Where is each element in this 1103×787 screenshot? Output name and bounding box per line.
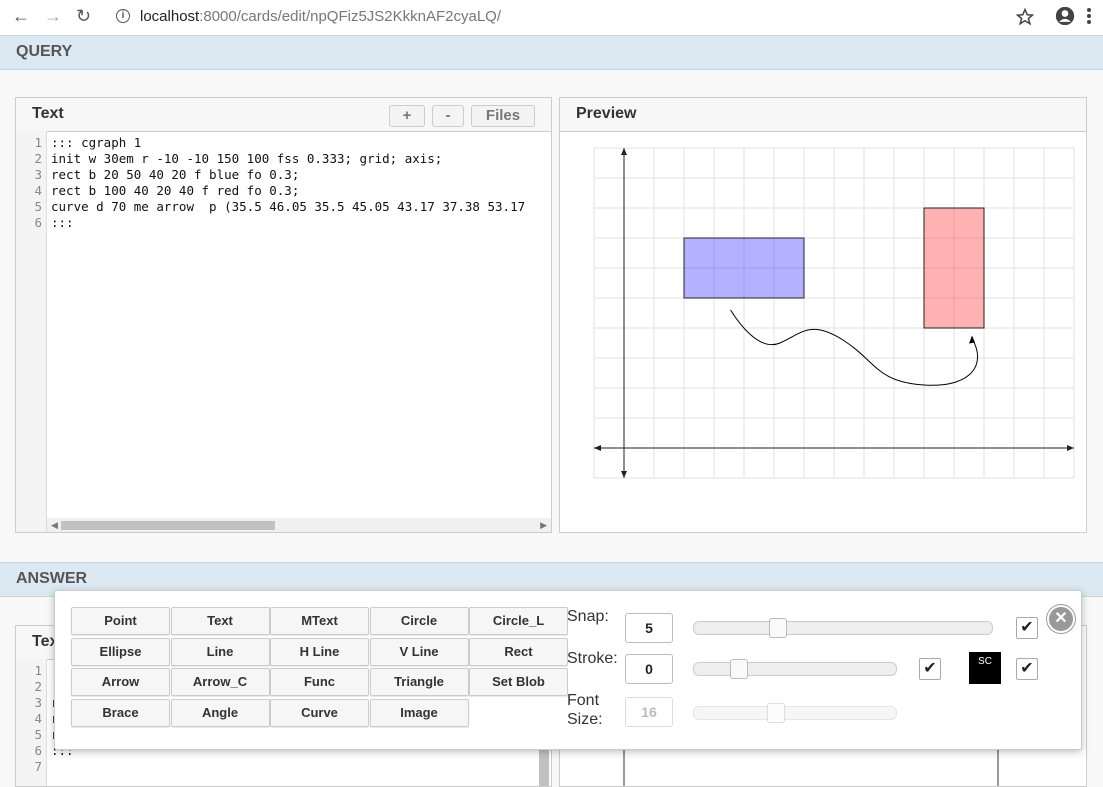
snap-checkbox[interactable]: ✔ bbox=[1016, 617, 1038, 639]
plus-button[interactable]: + bbox=[389, 105, 425, 127]
tool-rect-button[interactable]: Rect bbox=[469, 637, 568, 666]
graph-preview[interactable] bbox=[584, 138, 1084, 488]
font-label-line1: Font bbox=[567, 692, 600, 709]
drawing-toolbox: Snap: 5 ✔ Stroke: 0 ✔ SC ✔ Font Size: 16… bbox=[54, 590, 1082, 750]
stroke-input[interactable]: 0 bbox=[625, 654, 673, 684]
tool-circle-l-button[interactable]: Circle_L bbox=[469, 607, 568, 635]
y-axis-arrow bbox=[621, 148, 627, 155]
font-size-input[interactable]: 16 bbox=[625, 697, 673, 727]
menu-dots-icon[interactable] bbox=[1086, 7, 1092, 25]
font-label-line2: Size: bbox=[567, 711, 603, 728]
url-path: :8000/cards/edit/npQFiz5JS2KkknAF2cyaLQ/ bbox=[199, 8, 502, 25]
tool-set-blob-button[interactable]: Set Blob bbox=[469, 668, 568, 696]
tool-angle-button[interactable]: Angle bbox=[170, 698, 270, 727]
tool-curve-button[interactable]: Curve bbox=[270, 698, 369, 727]
reload-icon[interactable]: ↻ bbox=[76, 6, 91, 26]
line-number: 5 bbox=[34, 727, 42, 742]
code-editor[interactable]: ::: cgraph 1 init w 30em r -10 -10 150 10… bbox=[51, 135, 547, 231]
stroke-label: Stroke: bbox=[567, 650, 618, 667]
tool-image-button[interactable]: Image bbox=[369, 698, 469, 727]
line-numbers: 123456 bbox=[16, 135, 42, 231]
snap-slider-knob[interactable] bbox=[768, 618, 787, 638]
tool-ellipse-button[interactable]: Ellipse bbox=[71, 637, 170, 666]
query-section-title: QUERY bbox=[16, 43, 73, 60]
line-number: 4 bbox=[34, 711, 42, 726]
font-size-slider[interactable] bbox=[693, 703, 897, 723]
code-line[interactable]: ::: cgraph 1 bbox=[51, 135, 547, 151]
tool-mtext-button[interactable]: MText bbox=[270, 607, 369, 635]
preview-panel: Preview bbox=[559, 97, 1087, 533]
line-number: 3 bbox=[34, 167, 42, 182]
font-size-slider-knob[interactable] bbox=[766, 703, 785, 723]
address-bar[interactable]: localhost:8000/cards/edit/npQFiz5JS2Kkkn… bbox=[110, 5, 1010, 29]
stroke-color-swatch[interactable]: SC bbox=[969, 652, 1001, 684]
answer-scrollbar-thumb[interactable] bbox=[539, 746, 549, 786]
files-button[interactable]: Files bbox=[471, 105, 535, 127]
snap-slider[interactable] bbox=[693, 618, 993, 638]
line-number: 7 bbox=[34, 759, 42, 774]
line-number: 1 bbox=[34, 663, 42, 678]
back-arrow-icon[interactable]: ← bbox=[12, 6, 30, 26]
close-icon[interactable]: ✕ bbox=[1047, 605, 1075, 633]
browser-toolbar: ← → ↻ i localhost:8000/cards/edit/npQFiz… bbox=[0, 0, 1103, 36]
query-section-header: QUERY bbox=[0, 35, 1103, 70]
x-axis-arrow bbox=[1067, 445, 1074, 451]
tool-arrow-c-button[interactable]: Arrow_C bbox=[170, 668, 270, 696]
tool-point-button[interactable]: Point bbox=[71, 607, 170, 635]
scrollbar-thumb[interactable] bbox=[61, 521, 275, 530]
preview-panel-header: Preview bbox=[560, 98, 1086, 132]
account-icon[interactable] bbox=[1055, 6, 1075, 26]
url-host: localhost bbox=[140, 8, 200, 25]
line-number: 4 bbox=[34, 183, 42, 198]
code-line[interactable]: rect b 20 50 40 20 f blue fo 0.3; bbox=[51, 167, 547, 183]
scroll-right-icon[interactable]: ▶ bbox=[540, 520, 547, 531]
tool-func-button[interactable]: Func bbox=[270, 668, 369, 696]
line-number: 6 bbox=[34, 743, 42, 758]
horizontal-scrollbar[interactable]: ◀ ▶ bbox=[47, 518, 551, 532]
code-line[interactable]: init w 30em r -10 -10 150 100 fss 0.333;… bbox=[51, 151, 547, 167]
x-axis-arrow bbox=[594, 445, 601, 451]
graph-rect[interactable] bbox=[923, 207, 985, 329]
line-number: 3 bbox=[34, 695, 42, 710]
stroke-slider[interactable] bbox=[693, 659, 897, 679]
tool-triangle-button[interactable]: Triangle bbox=[369, 668, 469, 696]
curve-arrowhead bbox=[969, 335, 975, 344]
line-number: 2 bbox=[34, 679, 42, 694]
tool-h-line-button[interactable]: H Line bbox=[270, 637, 369, 666]
code-line[interactable] bbox=[51, 759, 547, 775]
snap-input[interactable]: 5 bbox=[625, 613, 673, 643]
code-line[interactable]: rect b 100 40 20 40 f red fo 0.3; bbox=[51, 183, 547, 199]
color-checkbox[interactable]: ✔ bbox=[1016, 658, 1038, 680]
graph-rect[interactable] bbox=[683, 237, 805, 299]
tool-brace-button[interactable]: Brace bbox=[71, 698, 170, 727]
y-axis-arrow bbox=[621, 471, 627, 478]
answer-line-numbers: 1234567 bbox=[16, 663, 42, 775]
minus-button[interactable]: - bbox=[432, 105, 464, 127]
line-number: 5 bbox=[34, 199, 42, 214]
line-number: 6 bbox=[34, 215, 42, 230]
code-line[interactable]: curve d 70 me arrow p (35.5 46.05 35.5 4… bbox=[51, 199, 547, 215]
code-line[interactable]: ::: bbox=[51, 215, 547, 231]
tool-arrow-button[interactable]: Arrow bbox=[71, 668, 170, 696]
star-icon[interactable] bbox=[1016, 8, 1034, 26]
stroke-slider-knob[interactable] bbox=[730, 659, 749, 679]
tool-v-line-button[interactable]: V Line bbox=[369, 637, 469, 666]
query-text-panel: Text + - Files 123456 ::: cgraph 1 init w… bbox=[15, 97, 552, 533]
answer-section-title: ANSWER bbox=[16, 570, 88, 587]
line-number: 2 bbox=[34, 151, 42, 166]
stroke-checkbox[interactable]: ✔ bbox=[919, 658, 941, 680]
scroll-left-icon[interactable]: ◀ bbox=[51, 520, 58, 531]
query-text-panel-header: Text + - Files bbox=[16, 98, 551, 132]
preview-title: Preview bbox=[576, 105, 637, 122]
snap-label: Snap: bbox=[567, 608, 609, 625]
tool-text-button[interactable]: Text bbox=[170, 607, 270, 635]
tool-line-button[interactable]: Line bbox=[170, 637, 270, 666]
tool-circle-button[interactable]: Circle bbox=[369, 607, 469, 635]
forward-arrow-icon[interactable]: → bbox=[44, 6, 62, 26]
query-text-title: Text bbox=[32, 105, 64, 122]
line-number: 1 bbox=[34, 135, 42, 150]
